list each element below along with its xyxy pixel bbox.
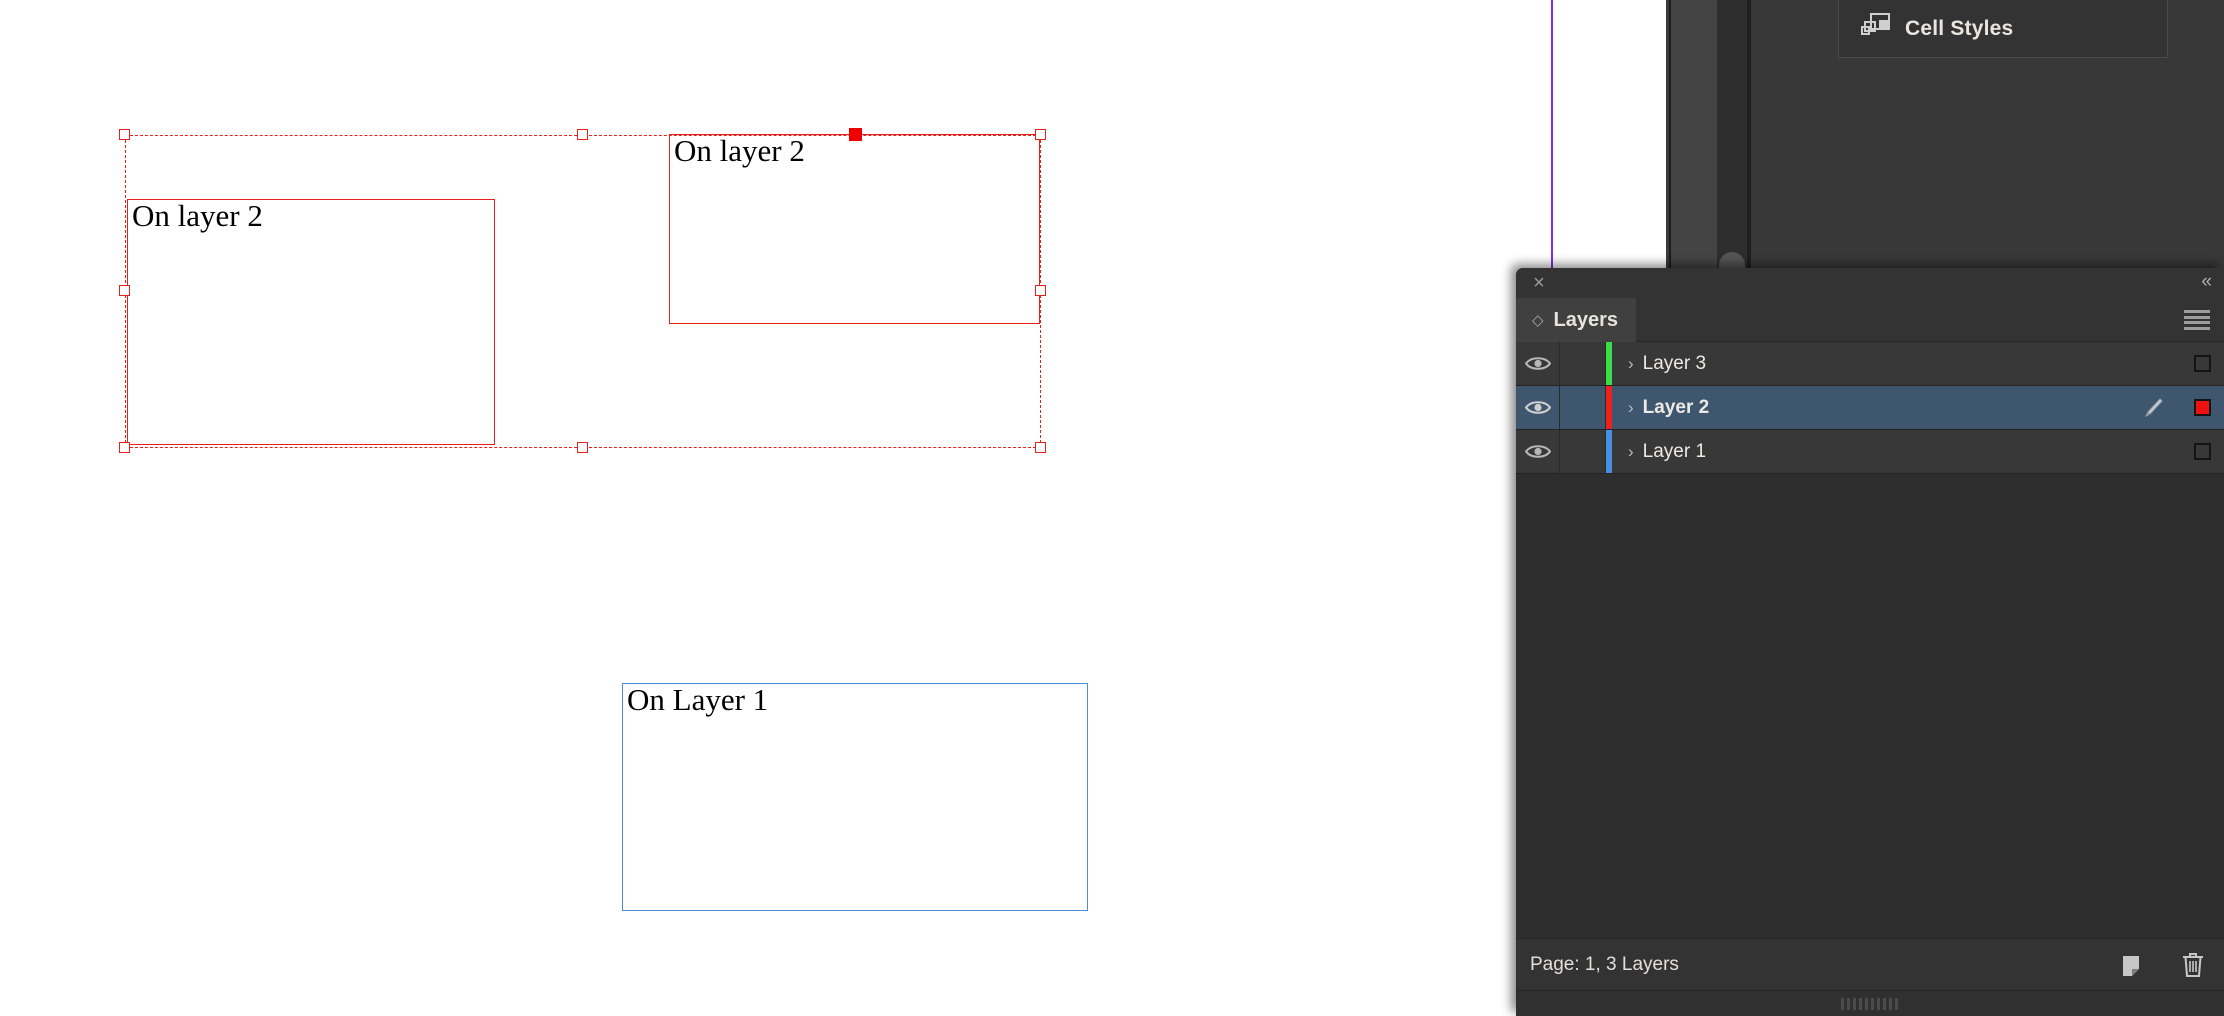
text-frame-layer1[interactable]: On Layer 1 — [622, 682, 1088, 911]
layer-lock-toggle[interactable] — [1560, 386, 1606, 429]
selection-handle-middle-right[interactable] — [1035, 285, 1046, 296]
resize-grip-icon — [1841, 997, 1899, 1010]
layer-visibility-toggle[interactable] — [1516, 430, 1560, 473]
active-layer-pen-indicator — [2126, 386, 2180, 429]
chevron-right-icon[interactable]: › — [1628, 354, 1634, 374]
panel-resize-grip[interactable] — [1516, 990, 2224, 1016]
layer-visibility-toggle[interactable] — [1516, 386, 1560, 429]
trash-icon — [2183, 952, 2203, 977]
selection-handle-top-right[interactable] — [1035, 129, 1046, 140]
text-frame-left-label: On layer 2 — [132, 198, 263, 233]
layers-status-text: Page: 1, 3 Layers — [1530, 953, 1679, 975]
eye-icon — [1524, 445, 1551, 458]
layer-name-label: Layer 3 — [1642, 352, 1707, 374]
layers-panel: × « ◇ Layers › Layer 3 › Layer 2 › Layer… — [1516, 268, 2224, 1016]
layer-name-label: Layer 1 — [1642, 440, 1707, 462]
chevron-right-icon[interactable]: › — [1628, 442, 1634, 462]
table-row[interactable]: › Layer 2 — [1516, 386, 2224, 430]
layer-name-cell[interactable]: › Layer 1 — [1612, 430, 2126, 473]
panel-menu-icon[interactable] — [2184, 310, 2210, 330]
layer-pen-slot — [2126, 342, 2180, 385]
layer-target-toggle[interactable] — [2180, 342, 2224, 385]
selection-handle-bottom-center[interactable] — [577, 442, 588, 453]
selection-handle-middle-left[interactable] — [119, 285, 130, 296]
selection-handle-bottom-right[interactable] — [1035, 442, 1046, 453]
text-frame-layer1-label: On Layer 1 — [627, 682, 769, 717]
layers-panel-titlebar[interactable]: × « — [1516, 268, 2224, 298]
selection-handle-bottom-left[interactable] — [119, 442, 130, 453]
eye-icon — [1524, 401, 1551, 414]
layer-name-label: Layer 2 — [1642, 396, 1710, 418]
layer-name-cell[interactable]: › Layer 2 — [1612, 386, 2126, 429]
selection-handle-top-left[interactable] — [119, 129, 130, 140]
close-icon[interactable]: × — [1528, 272, 1550, 294]
chevron-right-icon[interactable]: › — [1628, 398, 1634, 418]
panel-drag-diamond-icon: ◇ — [1532, 311, 1544, 329]
target-square-icon — [2193, 399, 2211, 416]
selection-handle-top-center[interactable] — [577, 129, 588, 140]
reference-point-indicator[interactable] — [849, 128, 862, 141]
cell-styles-panel-tab[interactable]: Cell Styles — [1838, 0, 2168, 58]
table-row[interactable]: › Layer 3 — [1516, 342, 2224, 386]
document-canvas[interactable]: On layer 2 On layer 2 On Layer 1 — [0, 0, 1666, 1016]
layers-list: › Layer 3 › Layer 2 › Layer 1 — [1516, 342, 2224, 474]
collapse-panel-icon[interactable]: « — [2201, 271, 2211, 293]
layer-lock-toggle[interactable] — [1560, 430, 1606, 473]
layers-panel-tabbar: ◇ Layers — [1516, 298, 2224, 342]
text-frame-left-layer2[interactable]: On layer 2 — [127, 198, 495, 445]
table-row[interactable]: › Layer 1 — [1516, 430, 2224, 474]
target-square-icon — [2193, 355, 2211, 372]
layer-target-toggle[interactable] — [2180, 430, 2224, 473]
eye-icon — [1524, 357, 1551, 370]
app-root: On layer 2 On layer 2 On Layer 1 Cell St… — [0, 0, 2224, 1016]
text-frame-right-label: On layer 2 — [674, 133, 805, 168]
cell-styles-label: Cell Styles — [1905, 16, 2014, 40]
layer-visibility-toggle[interactable] — [1516, 342, 1560, 385]
layer-lock-toggle[interactable] — [1560, 342, 1606, 385]
delete-layer-button[interactable] — [2162, 952, 2224, 978]
target-square-icon — [2193, 443, 2211, 460]
cell-styles-icon — [1861, 12, 1891, 45]
new-layer-icon — [2123, 955, 2139, 976]
layer-name-cell[interactable]: › Layer 3 — [1612, 342, 2126, 385]
layer-pen-slot — [2126, 430, 2180, 473]
layers-panel-footer: Page: 1, 3 Layers — [1516, 938, 2224, 990]
new-layer-button[interactable] — [2100, 953, 2162, 977]
pen-icon — [2144, 397, 2163, 417]
layer-target-toggle[interactable] — [2180, 386, 2224, 429]
tab-layers-label: Layers — [1553, 308, 1619, 331]
tab-layers[interactable]: ◇ Layers — [1516, 298, 1637, 342]
text-frame-right-layer2[interactable]: On layer 2 — [669, 133, 1040, 324]
